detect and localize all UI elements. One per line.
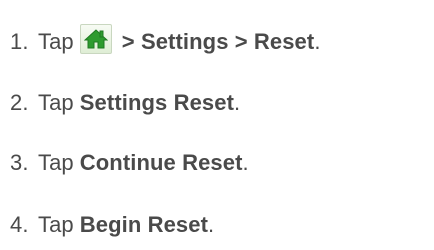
step-verb: Tap [38,150,74,175]
home-icon-glyph [83,29,108,49]
instruction-step-1: 1. Tap > Settings > Reset . [10,22,321,62]
home-icon [79,24,112,54]
step-verb: Tap [38,90,74,115]
instruction-step-3: 3. Tap Continue Reset . [10,143,249,183]
step-number: 4. [10,212,29,237]
settings-reset-path: > Settings > Reset [121,29,315,54]
step-number: 2. [10,90,29,115]
continue-reset-term: Continue Reset [79,150,243,175]
begin-reset-term: Begin Reset [79,212,209,237]
step-end: . [314,29,321,54]
step-verb: Tap [38,212,74,237]
instruction-step-2: 2. Tap Settings Reset . [10,83,240,123]
step-verb: Tap [38,29,74,54]
step-end: . [208,212,215,237]
step-number: 3. [10,150,29,175]
step-end: . [234,90,241,115]
step-end: . [242,150,249,175]
step-number: 1. [10,29,29,54]
settings-reset-term: Settings Reset [79,90,234,115]
instruction-step-4: 4. Tap Begin Reset . [10,205,214,245]
instruction-list: 1. Tap > Settings > Reset . 2. Tap Setti… [0,0,434,250]
